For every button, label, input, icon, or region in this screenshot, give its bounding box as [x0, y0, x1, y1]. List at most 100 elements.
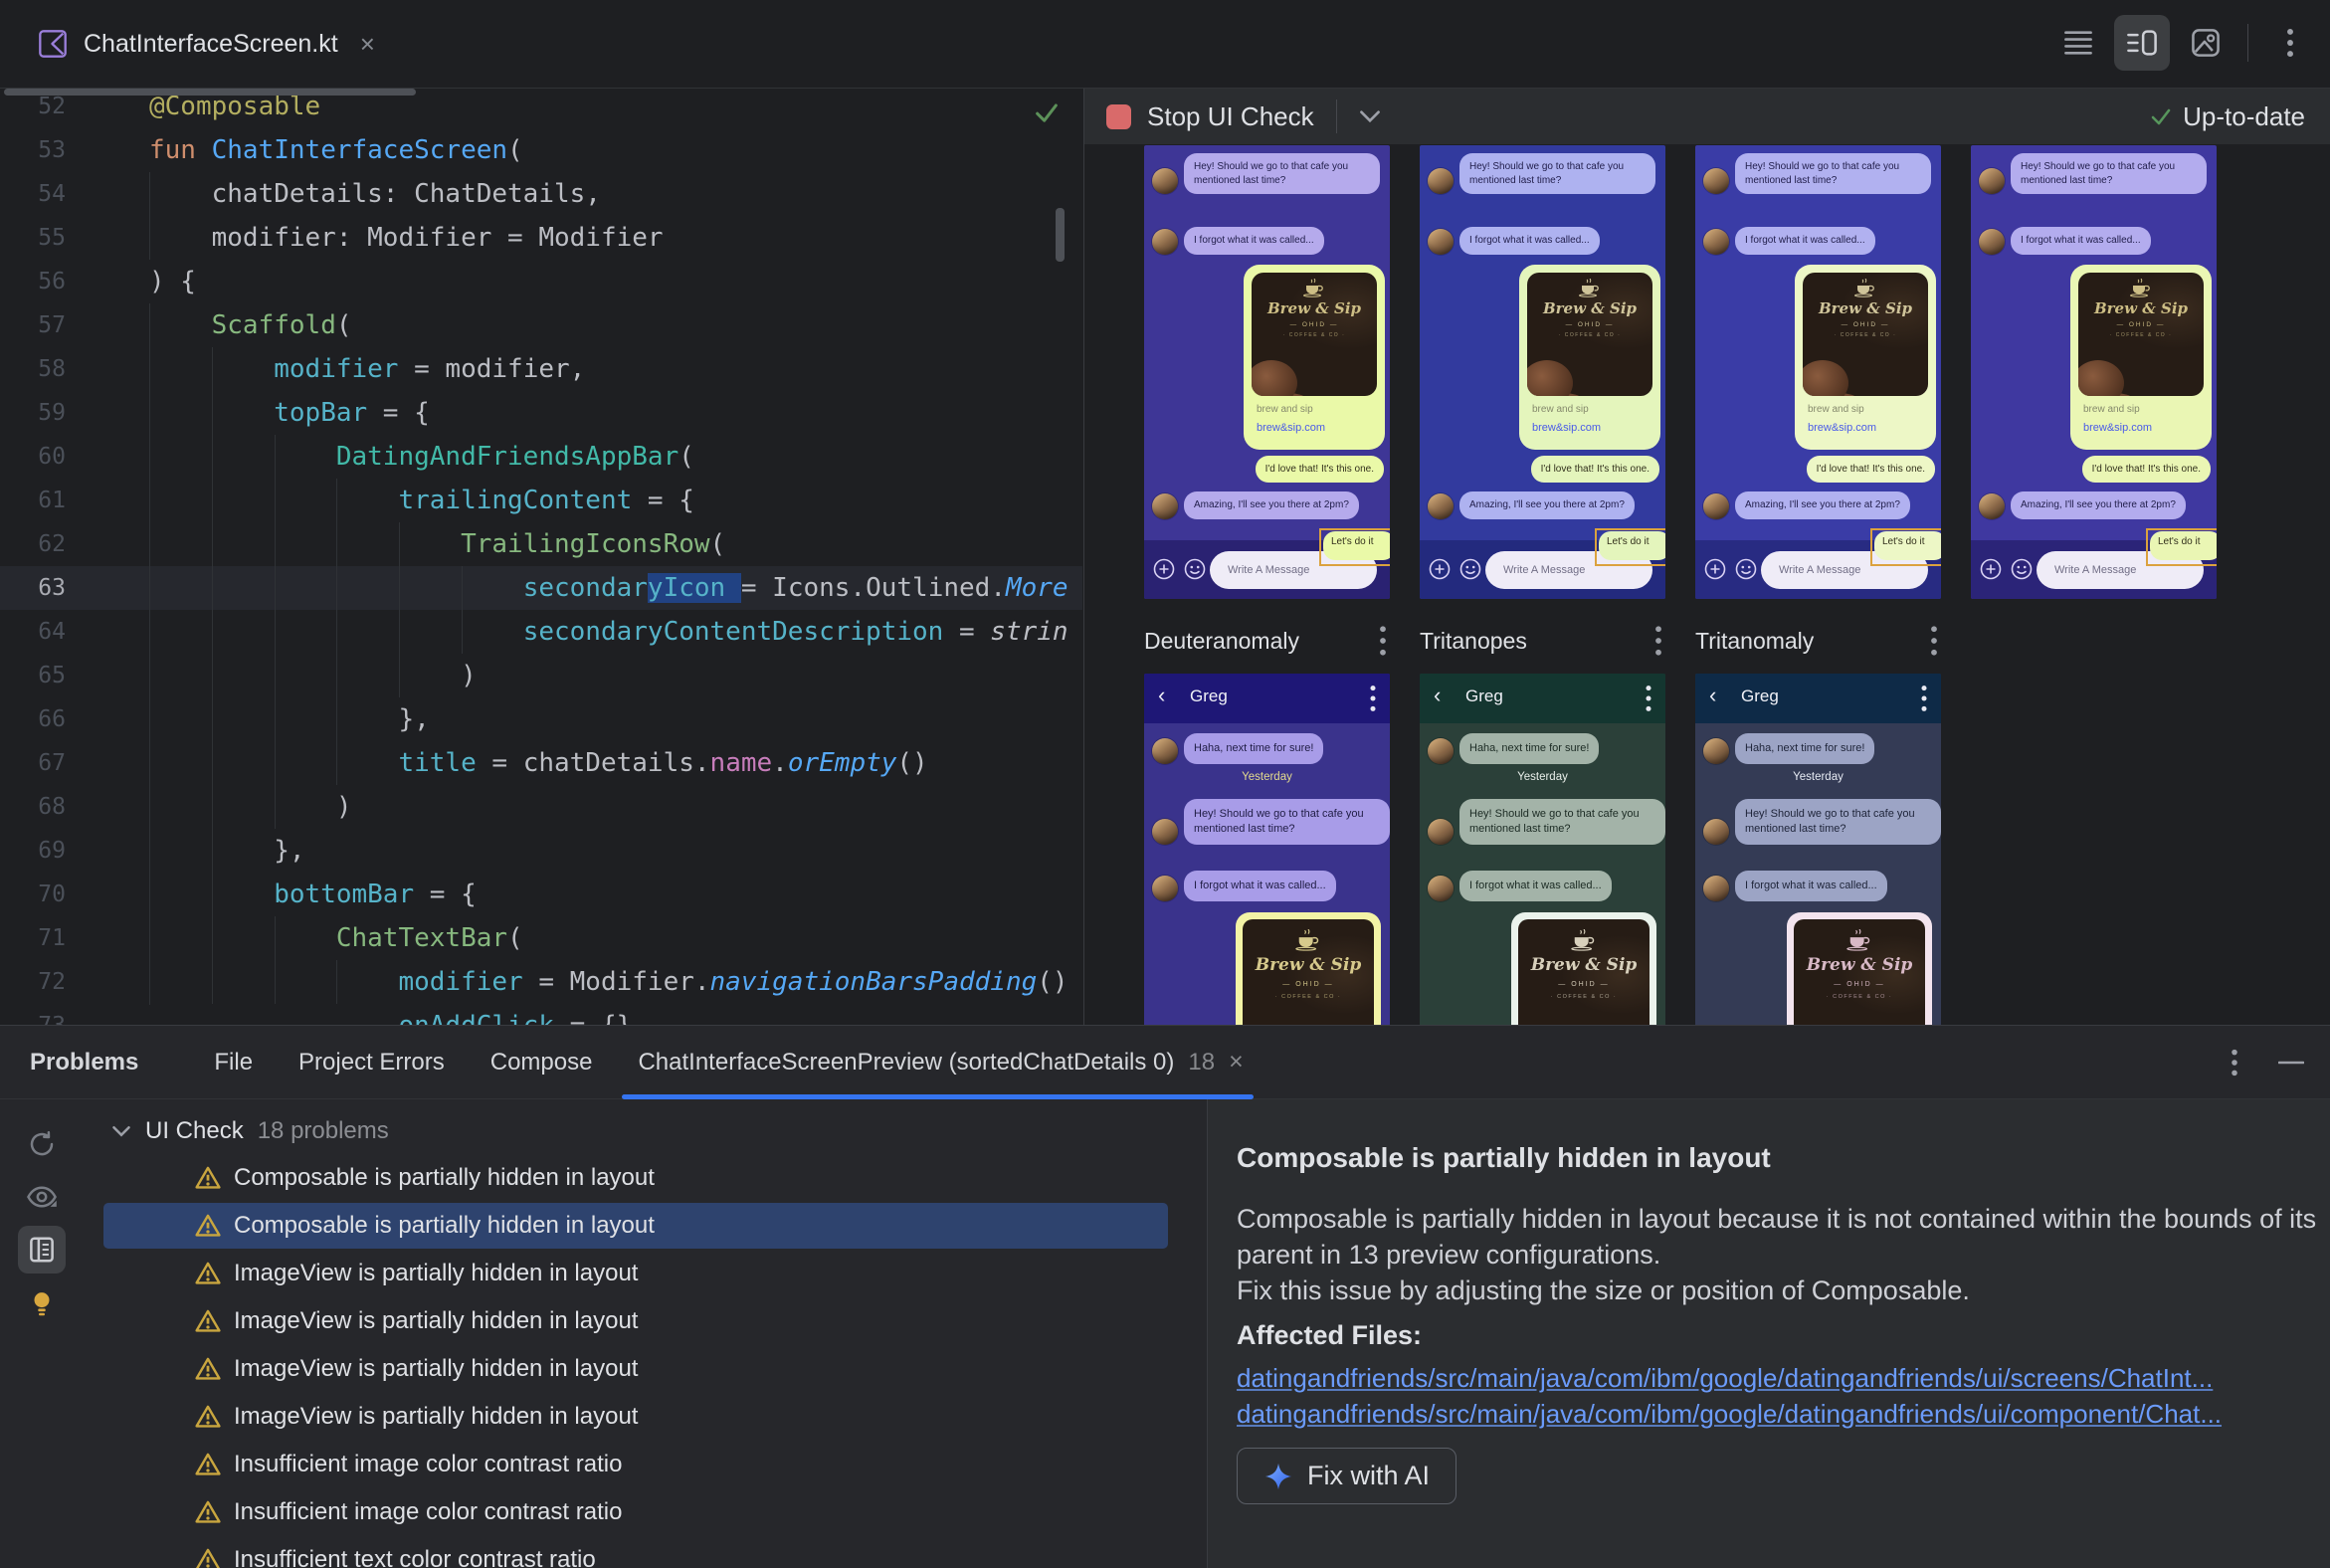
problem-item[interactable]: ImageView is partially hidden in layout [103, 1394, 1168, 1440]
preview-menu-icon[interactable] [1927, 624, 1941, 658]
preview-filter-eye-icon[interactable] [18, 1173, 66, 1221]
problem-item[interactable]: ImageView is partially hidden in layout [103, 1298, 1168, 1344]
inspection-check-icon[interactable] [1033, 98, 1061, 126]
editor-view-code-icon[interactable] [2058, 23, 2098, 63]
code-text: TrailingIconsRow( [461, 529, 726, 559]
problem-item[interactable]: ImageView is partially hidden in layout [103, 1346, 1168, 1392]
problem-item[interactable]: Insufficient image color contrast ratio [103, 1442, 1168, 1487]
code-line[interactable]: 70 bottomBar = { [0, 873, 1082, 916]
line-number: 55 [38, 225, 66, 251]
problem-item-label: ImageView is partially hidden in layout [234, 1307, 639, 1334]
horizontal-scrollbar[interactable] [4, 89, 416, 96]
preview-card[interactable]: ‹ Greg Haha, next time for sure! Yesterd… [1695, 674, 1941, 1025]
warning-highlight-box [1870, 528, 1941, 566]
code-editor[interactable]: 52 @Composable 53 fun ChatInterfaceScreen(5… [0, 89, 1082, 1025]
tab-chatinterfacescreenpreview-sortedchatdetails-0[interactable]: ChatInterfaceScreenPreview (sortedChatDe… [622, 1026, 1254, 1099]
add-attachment-icon[interactable] [1429, 558, 1451, 580]
details-view-icon[interactable] [18, 1226, 66, 1274]
add-attachment-icon[interactable] [1980, 558, 2002, 580]
code-line[interactable]: 72 modifier = Modifier.navigationBarsPad… [0, 960, 1082, 1004]
back-icon[interactable]: ‹ [1158, 683, 1165, 708]
more-options-icon[interactable] [2270, 23, 2310, 63]
problem-item[interactable]: Insufficient image color contrast ratio [103, 1489, 1168, 1535]
problem-item[interactable]: Composable is partially hidden in layout [103, 1155, 1168, 1201]
code-line[interactable]: 62 TrailingIconsRow( [0, 522, 1082, 566]
code-line[interactable]: 54 chatDetails: ChatDetails, [0, 172, 1082, 216]
editor-view-split-icon[interactable] [2114, 15, 2170, 71]
preview-card[interactable]: Hey! Should we go to that cafe you menti… [1420, 145, 1665, 599]
line-number: 73 [0, 1004, 149, 1025]
fix-with-ai-button[interactable]: Fix with AI [1237, 1448, 1457, 1504]
line-number: 68 [38, 794, 66, 820]
close-tab-icon[interactable]: × [360, 29, 375, 60]
link-url[interactable]: brew&sip.com [2083, 422, 2152, 434]
problem-item[interactable]: Insufficient text color contrast ratio [103, 1537, 1168, 1568]
stop-icon[interactable] [1106, 103, 1131, 129]
problem-item[interactable]: ImageView is partially hidden in layout [103, 1251, 1168, 1296]
preview-menu-icon[interactable] [1651, 624, 1665, 658]
problem-item[interactable]: Composable is partially hidden in layout [103, 1203, 1168, 1249]
back-icon[interactable]: ‹ [1434, 683, 1441, 708]
vertical-scrollbar[interactable] [1056, 208, 1065, 262]
refresh-icon[interactable] [18, 1120, 66, 1168]
quick-fix-bulb-icon[interactable] [18, 1280, 66, 1328]
preview-card[interactable]: ‹ Greg Haha, next time for sure! Yesterd… [1420, 674, 1665, 1025]
code-line[interactable]: 55 modifier: Modifier = Modifier [0, 216, 1082, 260]
code-line[interactable]: 71 ChatTextBar( [0, 916, 1082, 960]
link-preview-card: Brew & Sip — OHID — · COFFEE & CO · [1511, 912, 1656, 1025]
preview-card[interactable]: Hey! Should we go to that cafe you menti… [1144, 145, 1390, 599]
line-number: 60 [38, 444, 66, 470]
code-line[interactable]: 69 }, [0, 829, 1082, 873]
code-line[interactable]: 58 modifier = modifier, [0, 347, 1082, 391]
chat-menu-icon[interactable] [1917, 684, 1931, 713]
chat-menu-icon[interactable] [1366, 684, 1380, 713]
tab-file[interactable]: File [214, 1026, 253, 1099]
message-row: I forgot what it was called... [1428, 227, 1600, 255]
editor-view-design-icon[interactable] [2186, 23, 2226, 63]
file-tab[interactable]: ChatInterfaceScreen.kt × [18, 0, 395, 88]
code-line[interactable]: 56) { [0, 260, 1082, 303]
emoji-icon[interactable] [1735, 558, 1757, 580]
link-url[interactable]: brew&sip.com [1532, 422, 1601, 434]
affected-file-link[interactable]: datingandfriends/src/main/java/com/ibm/g… [1237, 1360, 2311, 1396]
code-line[interactable]: 53 fun ChatInterfaceScreen( [0, 128, 1082, 172]
tab-problems[interactable]: Problems [30, 1026, 138, 1099]
preview-menu-icon[interactable] [1376, 624, 1390, 658]
preview-card[interactable]: ‹ Greg Haha, next time for sure! Yesterd… [1144, 674, 1390, 1025]
code-line[interactable]: 66 }, [0, 697, 1082, 741]
add-attachment-icon[interactable] [1704, 558, 1726, 580]
code-line[interactable]: 67 title = chatDetails.name.orEmpty() [0, 741, 1082, 785]
back-icon[interactable]: ‹ [1709, 683, 1716, 708]
chat-bubble: I'd love that! It's this one. [1806, 456, 1935, 483]
code-line[interactable]: 65 ) [0, 654, 1082, 697]
problem-group-row[interactable]: UI Check 18 problems [90, 1109, 389, 1153]
code-line[interactable]: 59 topBar = { [0, 391, 1082, 435]
divider [2247, 24, 2248, 62]
code-line[interactable]: 73 onAddClick = {} [0, 1004, 1082, 1025]
stop-ui-check-button[interactable]: Stop UI Check [1147, 101, 1314, 132]
emoji-icon[interactable] [1459, 558, 1481, 580]
preview-card[interactable]: Hey! Should we go to that cafe you menti… [1971, 145, 2217, 599]
chevron-down-icon[interactable] [1359, 109, 1381, 123]
preview-card[interactable]: Hey! Should we go to that cafe you menti… [1695, 145, 1941, 599]
line-number: 62 [38, 531, 66, 557]
code-line[interactable]: 64 secondaryContentDescription = strin [0, 610, 1082, 654]
tab-project-errors[interactable]: Project Errors [298, 1026, 445, 1099]
code-line[interactable]: 57 Scaffold( [0, 303, 1082, 347]
code-line[interactable]: 61 trailingContent = { [0, 479, 1082, 522]
panel-options-icon[interactable] [2231, 1048, 2238, 1078]
link-url[interactable]: brew&sip.com [1257, 422, 1325, 434]
tab-compose[interactable]: Compose [490, 1026, 593, 1099]
add-attachment-icon[interactable] [1153, 558, 1175, 580]
link-url[interactable]: brew&sip.com [1808, 422, 1876, 434]
code-line[interactable]: 68 ) [0, 785, 1082, 829]
code-line[interactable]: 60 DatingAndFriendsAppBar( [0, 435, 1082, 479]
minimize-icon[interactable] [2278, 1060, 2304, 1066]
chat-menu-icon[interactable] [1642, 684, 1655, 713]
problem-item-label: ImageView is partially hidden in layout [234, 1355, 639, 1382]
code-line[interactable]: 63 secondaryIcon = Icons.Outlined.More [0, 566, 1082, 610]
emoji-icon[interactable] [2011, 558, 2033, 580]
close-tab-icon[interactable]: × [1229, 1048, 1244, 1077]
emoji-icon[interactable] [1184, 558, 1206, 580]
affected-file-link[interactable]: datingandfriends/src/main/java/com/ibm/g… [1237, 1396, 2311, 1432]
